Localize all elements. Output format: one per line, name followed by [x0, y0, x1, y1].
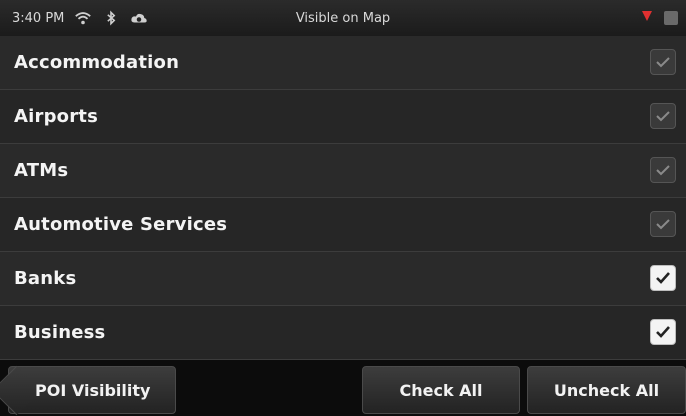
check-icon [656, 57, 670, 68]
check-icon [656, 165, 670, 176]
status-left: 3:40 PM [0, 9, 242, 27]
antenna-icon [640, 9, 654, 27]
automotive-services-checkbox[interactable] [650, 211, 676, 237]
atms-checkbox[interactable] [650, 157, 676, 183]
wifi-icon [74, 9, 92, 27]
accommodation-checkbox[interactable] [650, 49, 676, 75]
list-item-label: ATMs [14, 160, 69, 181]
battery-icon [664, 11, 678, 25]
list-item-label: Automotive Services [14, 214, 228, 235]
list-item-automotive-services[interactable]: Automotive Services [0, 198, 686, 252]
back-button[interactable]: POI Visibility [8, 366, 176, 414]
back-button-label: POI Visibility [35, 380, 151, 400]
list-item-label: Accommodation [14, 52, 180, 73]
list-item-accommodation[interactable]: Accommodation [0, 36, 686, 90]
status-time: 3:40 PM [12, 10, 65, 26]
list-item-business[interactable]: Business [0, 306, 686, 360]
list-item-airports[interactable]: Airports [0, 90, 686, 144]
list-item-label: Banks [14, 268, 77, 289]
check-all-button[interactable]: Check All [362, 366, 520, 414]
business-checkbox[interactable] [650, 319, 676, 345]
cloud-icon [130, 9, 148, 27]
list-item-atms[interactable]: ATMs [0, 144, 686, 198]
bluetooth-icon [102, 9, 120, 27]
list-item-label: Business [14, 322, 106, 343]
list-item-banks[interactable]: Banks [0, 252, 686, 306]
check-icon [656, 111, 670, 122]
bottom-toolbar: POI Visibility Check All Uncheck All [0, 360, 686, 416]
poi-category-list: Accommodation Airports ATMs Automotive S… [0, 36, 686, 360]
status-bar: 3:40 PM Visible on Map [0, 0, 686, 36]
check-icon [656, 219, 670, 230]
check-icon [656, 272, 670, 284]
status-right [640, 9, 678, 27]
uncheck-all-button[interactable]: Uncheck All [527, 366, 686, 414]
banks-checkbox[interactable] [650, 265, 676, 291]
list-item-label: Airports [14, 106, 99, 127]
check-icon [656, 326, 670, 338]
airports-checkbox[interactable] [650, 103, 676, 129]
